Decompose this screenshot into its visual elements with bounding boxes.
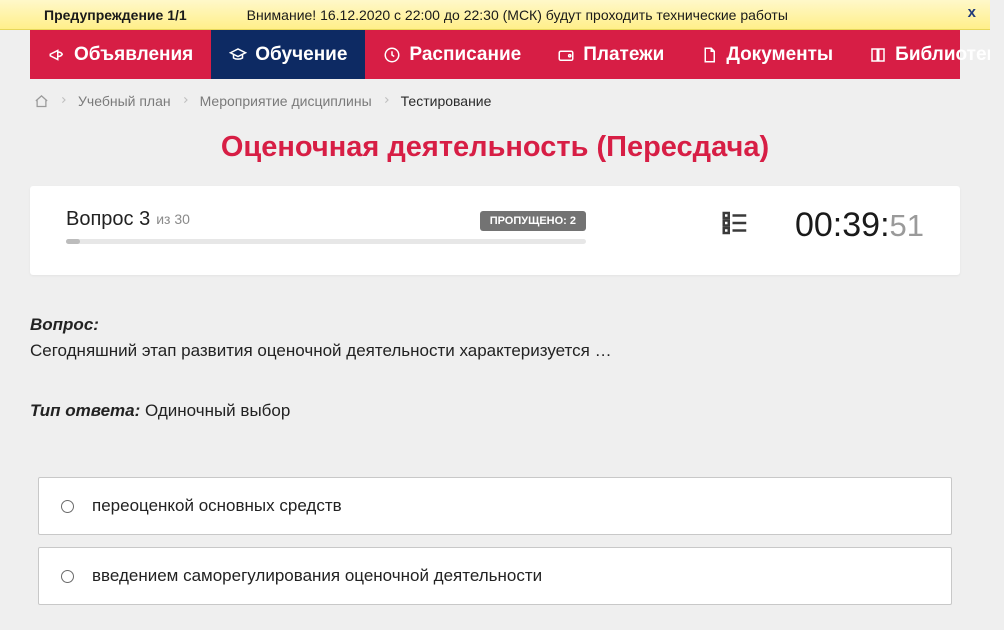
answers-list: переоценкой основных средств введением с… xyxy=(30,477,960,605)
radio-icon[interactable] xyxy=(61,570,74,583)
nav-documents[interactable]: Документы xyxy=(682,30,851,79)
nav-label: Расписание xyxy=(409,44,521,66)
question-total: из 30 xyxy=(156,211,190,227)
warning-title: Предупреждение 1/1 xyxy=(44,7,187,23)
nav-label: Библиотека xyxy=(895,44,990,66)
nav-schedule[interactable]: Расписание xyxy=(365,30,539,79)
book-icon xyxy=(869,46,887,64)
progress-bar xyxy=(66,239,586,244)
nav-education[interactable]: Обучение xyxy=(211,30,365,79)
page-title: Оценочная деятельность (Пересдача) xyxy=(0,131,990,164)
clock-icon xyxy=(383,46,401,64)
nav-label: Объявления xyxy=(74,44,193,66)
breadcrumb-discipline-event[interactable]: Мероприятие дисциплины xyxy=(200,93,372,109)
radio-icon[interactable] xyxy=(61,500,74,513)
question-label: Вопрос: xyxy=(30,315,960,335)
question-progress-card: Вопрос 3 из 30 ПРОПУЩЕНО: 2 00:39:51 xyxy=(30,186,960,275)
timer: 00:39:51 xyxy=(795,206,924,245)
timer-main: 00:39: xyxy=(795,206,890,245)
question-number: Вопрос 3 xyxy=(66,208,150,231)
megaphone-icon xyxy=(48,46,66,64)
progress-fill xyxy=(66,239,80,244)
answer-type-value: Одиночный выбор xyxy=(140,401,290,420)
answer-option[interactable]: введением саморегулирования оценочной де… xyxy=(38,547,952,605)
wallet-icon xyxy=(557,46,575,64)
nav-payments[interactable]: Платежи xyxy=(539,30,682,79)
main-nav: Объявления Обучение Расписание Платежи Д… xyxy=(30,30,960,79)
home-icon[interactable] xyxy=(34,94,49,109)
question-text: Сегодняшний этап развития оценочной деят… xyxy=(30,341,960,361)
nav-announcements[interactable]: Объявления xyxy=(30,30,211,79)
answer-option[interactable]: переоценкой основных средств xyxy=(38,477,952,535)
close-icon[interactable]: x xyxy=(968,4,976,21)
nav-library[interactable]: Библиотека xyxy=(851,30,990,79)
breadcrumb-current: Тестирование xyxy=(401,93,492,109)
nav-label: Платежи xyxy=(583,44,664,66)
nav-label: Документы xyxy=(726,44,833,66)
timer-seconds: 51 xyxy=(890,208,924,244)
answer-text: переоценкой основных средств xyxy=(92,496,342,516)
question-list-icon[interactable] xyxy=(720,208,750,243)
warning-message: Внимание! 16.12.2020 с 22:00 до 22:30 (М… xyxy=(247,7,788,23)
breadcrumb: Учебный план Мероприятие дисциплины Тест… xyxy=(0,79,990,123)
breadcrumb-study-plan[interactable]: Учебный план xyxy=(78,93,171,109)
chevron-right-icon xyxy=(59,93,68,109)
nav-label: Обучение xyxy=(255,44,347,66)
document-icon xyxy=(700,46,718,64)
answer-type-label: Тип ответа: xyxy=(30,401,140,420)
answer-text: введением саморегулирования оценочной де… xyxy=(92,566,542,586)
graduation-cap-icon xyxy=(229,46,247,64)
skipped-badge: ПРОПУЩЕНО: 2 xyxy=(480,211,586,231)
chevron-right-icon xyxy=(382,93,391,109)
warning-bar: Предупреждение 1/1 Внимание! 16.12.2020 … xyxy=(0,0,990,30)
chevron-right-icon xyxy=(181,93,190,109)
